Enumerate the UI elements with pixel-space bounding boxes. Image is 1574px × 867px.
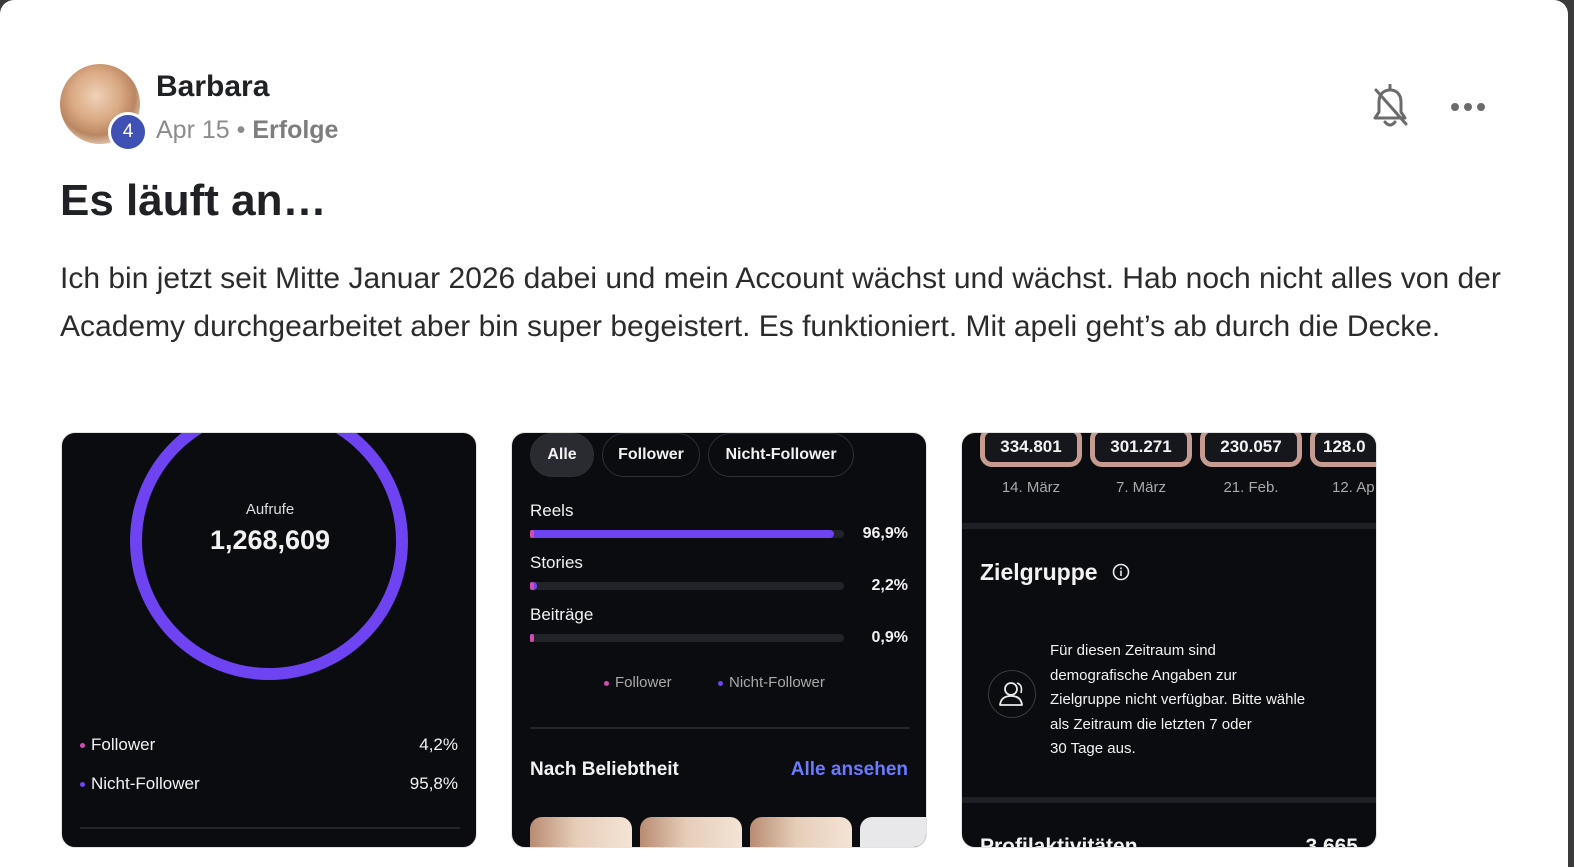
chip-date: 14. März (1001, 479, 1061, 496)
bar-follower-posts (530, 634, 534, 642)
audience-message: Für diesen Zeitraum sind demografische A… (1050, 642, 1306, 758)
bar-follower-stories (530, 582, 534, 590)
legend-follower-value: 4,2% (419, 735, 458, 754)
bar-track-reels (530, 530, 844, 538)
section-title: Nach Beliebtheit (530, 759, 679, 780)
filter-pill-all: Alle (530, 433, 594, 477)
audience-heading: Zielgruppe (980, 559, 1098, 585)
meta-separator: • (236, 116, 246, 144)
post-category[interactable]: Erfolge (252, 116, 338, 144)
legend-non-follower: Nicht-Follower (718, 674, 825, 691)
views-value: 1,268,609 (209, 525, 331, 555)
row-value-reels: 96,9% (862, 525, 908, 542)
filter-pill-follower: Follower (602, 433, 700, 477)
row-value-stories: 2,2% (871, 577, 908, 594)
bell-off-icon[interactable] (1370, 83, 1410, 132)
legend-dot-non-follower (80, 782, 85, 788)
attachment-image-content[interactable]: Alle Follower Nicht-Follower Reels 96,9%… (511, 432, 927, 848)
post-title: Es läuft an… (60, 176, 327, 225)
legend-dot-follower (80, 743, 85, 749)
post-meta: Apr 15 • Erfolge (156, 116, 338, 145)
thumbnail (640, 817, 742, 847)
bar-fill-reels (530, 530, 835, 538)
users-icon (988, 670, 1036, 718)
row-label-stories: Stories (530, 553, 583, 572)
stat-chip: 230.057 (1200, 433, 1302, 467)
level-badge: 4 (108, 112, 148, 152)
legend-dot-follower (604, 680, 609, 686)
chip-date: 12. Ap (1332, 479, 1375, 496)
see-all-link: Alle ansehen (790, 759, 908, 780)
author-name[interactable]: Barbara (156, 70, 269, 104)
legend-follower: Follower (80, 735, 155, 755)
thumbnail (750, 817, 852, 847)
author-avatar[interactable]: 4 (60, 64, 148, 152)
profile-activity-label: Profilaktivitäten (980, 835, 1138, 848)
attachment-image-audience[interactable]: 334.801 301.271 230.057 128.0 14. März 7… (961, 432, 1377, 848)
profile-activity-value: 3.665 (1305, 835, 1358, 848)
legend-dot-non-follower (718, 680, 723, 686)
chip-date: 7. März (1115, 479, 1166, 496)
legend-non-follower-value: 95,8% (409, 774, 458, 793)
attachment-image-views[interactable]: Aufrufe 1,268,609 Follower 4,2% Nicht-Fo… (61, 432, 477, 848)
stat-chip: 334.801 (980, 433, 1082, 467)
bar-track-stories (530, 582, 844, 590)
legend-non-follower: Nicht-Follower (80, 774, 200, 794)
info-icon (1112, 563, 1130, 581)
post-card: 4 Barbara Apr 15 • Erfolge Es läuft an… … (0, 0, 1568, 867)
views-label: Aufrufe (245, 501, 295, 518)
legend-follower: Follower (604, 674, 672, 691)
bar-follower-reels (530, 530, 534, 538)
divider (962, 797, 1376, 803)
filter-pill-non-follower: Nicht-Follower (708, 433, 854, 477)
post-date[interactable]: Apr 15 (156, 116, 230, 144)
thumbnail (860, 817, 926, 847)
row-label-posts: Beiträge (530, 605, 594, 624)
more-options-icon[interactable] (1448, 90, 1488, 124)
row-value-posts: 0,9% (871, 629, 908, 646)
stat-chip: 301.271 (1090, 433, 1192, 467)
bar-track-posts (530, 634, 844, 642)
thumbnail (530, 817, 632, 847)
chip-date: 21. Feb. (1223, 479, 1279, 496)
divider (80, 827, 460, 829)
divider (962, 523, 1376, 529)
stat-chip: 128.0 (1310, 433, 1376, 467)
divider (530, 727, 910, 729)
row-label-reels: Reels (530, 501, 574, 520)
post-body: Ich bin jetzt seit Mitte Januar 2026 dab… (60, 262, 1501, 343)
